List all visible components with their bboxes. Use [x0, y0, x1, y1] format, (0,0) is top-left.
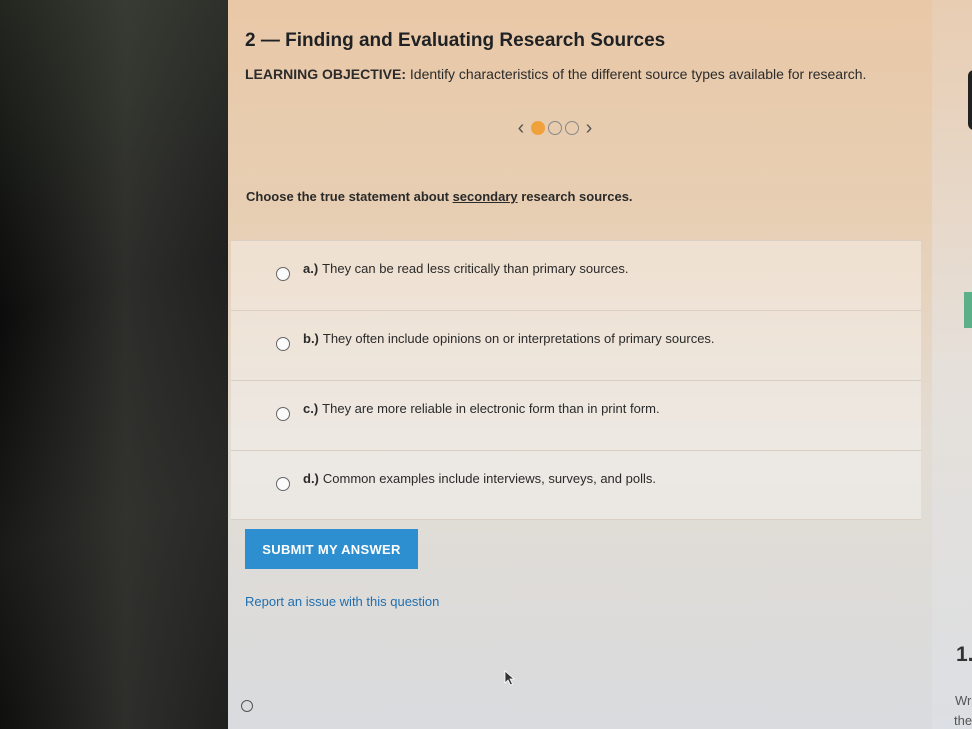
- radio-button-icon[interactable]: [276, 477, 290, 491]
- question-prompt: Choose the true statement about secondar…: [246, 189, 633, 204]
- radio-button-icon[interactable]: [276, 407, 290, 421]
- option-label: Common examples include interviews, surv…: [322, 471, 656, 486]
- answer-option-a[interactable]: a.) They can be read less critically than…: [231, 240, 921, 310]
- answer-option-d[interactable]: d.) Common examples include interviews, s…: [231, 450, 921, 520]
- chevron-right-icon[interactable]: ›: [582, 118, 596, 138]
- panel-tab[interactable]: [964, 292, 972, 328]
- objective-label: LEARNING OBJECTIVE:: [245, 66, 407, 82]
- option-text: a.) They can be read less critically than…: [303, 261, 629, 276]
- panel-edge: [968, 70, 972, 130]
- learning-objective: LEARNING OBJECTIVE: Identify characteris…: [245, 66, 866, 82]
- pager-dot[interactable]: [531, 121, 545, 135]
- pager-dot[interactable]: [565, 121, 579, 135]
- radio-button-icon[interactable]: [241, 700, 253, 712]
- chevron-left-icon[interactable]: ‹: [514, 118, 528, 138]
- report-issue-link[interactable]: Report an issue with this question: [245, 594, 439, 609]
- submit-answer-button[interactable]: SUBMIT MY ANSWER: [245, 529, 418, 569]
- page-title: 2 — Finding and Evaluating Research Sour…: [245, 30, 666, 51]
- option-letter: b.): [303, 331, 319, 346]
- option-text: c.) They are more reliable in electronic …: [303, 401, 660, 416]
- answer-option-c[interactable]: c.) They are more reliable in electronic …: [231, 380, 921, 450]
- truncated-text: the: [954, 713, 972, 728]
- question-pager: ‹ ›: [514, 116, 596, 140]
- truncated-text: Wr: [955, 693, 972, 708]
- option-letter: c.): [303, 401, 319, 416]
- mouse-cursor-icon: [504, 670, 516, 686]
- option-label: They are more reliable in electronic for…: [322, 401, 660, 416]
- radio-button-icon[interactable]: [276, 267, 290, 281]
- prompt-text-after: research sources.: [517, 189, 633, 204]
- adjacent-panel: 1. Wr the: [932, 0, 972, 729]
- pager-dot[interactable]: [548, 121, 562, 135]
- radio-button-icon[interactable]: [276, 337, 290, 351]
- prompt-emphasis: secondary: [452, 189, 518, 204]
- option-letter: a.): [303, 261, 319, 276]
- prompt-text-before: Choose the true statement about: [246, 189, 453, 204]
- objective-text: Identify characteristics of the differen…: [409, 66, 867, 82]
- option-text: d.) Common examples include interviews, s…: [303, 471, 656, 486]
- option-label: They can be read less critically than pr…: [322, 261, 629, 276]
- option-text: b.) They often include opinions on or int…: [303, 331, 715, 346]
- option-letter: d.): [303, 471, 319, 486]
- bezel-glare: [0, 0, 228, 729]
- question-panel: 2 — Finding and Evaluating Research Sour…: [228, 0, 932, 729]
- answer-options: a.) They can be read less critically than…: [231, 240, 921, 520]
- option-label: They often include opinions on or interp…: [322, 331, 715, 346]
- answer-option-b[interactable]: b.) They often include opinions on or int…: [231, 310, 921, 380]
- step-number: 1.: [956, 643, 972, 666]
